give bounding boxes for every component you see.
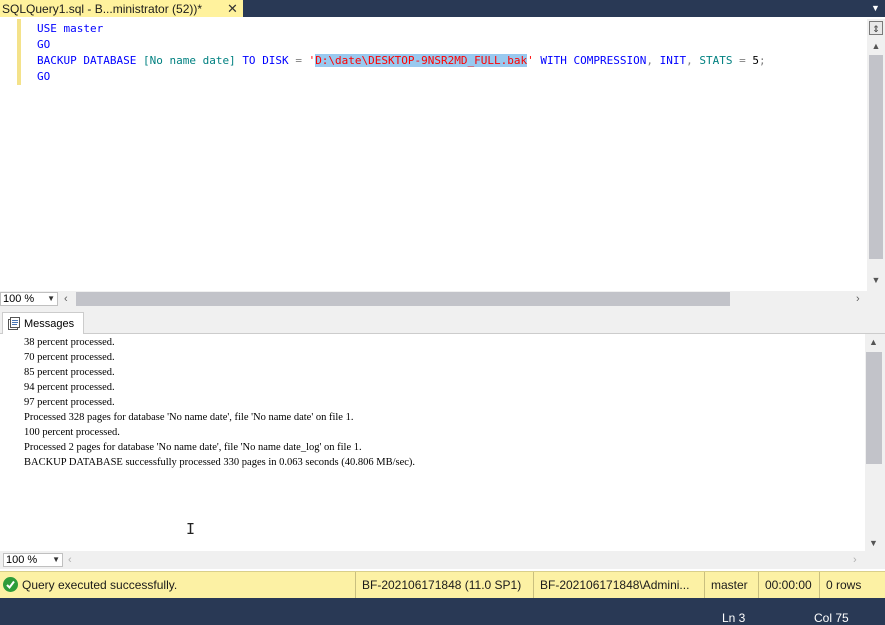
code-token: BACKUP xyxy=(37,54,84,67)
code-token: GO xyxy=(37,70,51,83)
messages-zoom-value: 100 % xyxy=(6,554,38,566)
column-number: Col 75 xyxy=(814,611,849,625)
message-line: Processed 328 pages for database 'No nam… xyxy=(24,412,354,423)
line-number: Ln 3 xyxy=(722,611,746,625)
status-database: master xyxy=(704,572,758,598)
message-line: 70 percent processed. xyxy=(24,352,115,363)
message-line: 85 percent processed. xyxy=(24,367,115,378)
editor-position-bar: Ln 3 Col 75 xyxy=(0,598,885,625)
status-server: BF-202106171848 (11.0 SP1) xyxy=(355,572,532,598)
code-token: , xyxy=(646,54,660,67)
code-token: DATABASE xyxy=(83,54,143,67)
code-token: master xyxy=(63,22,104,35)
status-rows: 0 rows xyxy=(819,572,885,598)
messages-zoom-select[interactable]: 100 % ▼ xyxy=(3,553,63,567)
tab-messages-label: Messages xyxy=(24,317,75,330)
scroll-left-icon[interactable]: ‹ xyxy=(68,552,72,568)
text-cursor-icon: I xyxy=(186,520,196,538)
chevron-down-icon: ▼ xyxy=(52,555,60,564)
message-line: 38 percent processed. xyxy=(24,337,115,348)
messages-pane[interactable]: 38 percent processed. 70 percent processe… xyxy=(0,334,865,551)
code-line[interactable]: USE master xyxy=(37,21,766,37)
code-token: , xyxy=(686,54,700,67)
chevron-down-icon: ▼ xyxy=(47,294,55,303)
code-line[interactable]: GO xyxy=(37,69,766,85)
scroll-up-icon[interactable]: ▲ xyxy=(869,337,878,347)
scroll-down-icon[interactable]: ▼ xyxy=(869,538,878,548)
success-check-icon xyxy=(3,577,18,592)
code-token: D:\date\DESKTOP-9NSR2MD_FULL.bak xyxy=(315,54,528,67)
message-line: BACKUP DATABASE successfully processed 3… xyxy=(24,457,416,468)
code-line[interactable]: GO xyxy=(37,37,766,53)
editor-hscroll-thumb[interactable] xyxy=(76,292,730,306)
code-token: [No name date] xyxy=(142,54,236,67)
status-elapsed: 00:00:00 xyxy=(758,572,819,598)
messages-icon xyxy=(8,317,20,330)
editor-bottom-bar: 100 % ▼ ‹ › xyxy=(0,291,885,307)
scroll-right-icon[interactable]: › xyxy=(853,552,857,568)
tab-sqlquery1[interactable]: SQLQuery1.sql - B...ministrator (52))* ✕ xyxy=(0,0,243,17)
code-token: STATS xyxy=(699,54,740,67)
messages-text: 38 percent processed. 70 percent processe… xyxy=(24,335,415,470)
status-message: Query executed successfully. xyxy=(22,578,178,592)
query-editor[interactable]: USE master GO BACKUP DATABASE [No name dat… xyxy=(0,17,885,291)
message-line: Processed 2 pages for database 'No name … xyxy=(24,442,362,453)
messages-bottom-bar: 100 % ▼ ‹ › xyxy=(0,551,885,569)
results-tabs: Messages xyxy=(0,307,885,334)
editor-zoom-select[interactable]: 100 % ▼ xyxy=(0,292,58,306)
code-text[interactable]: USE master GO BACKUP DATABASE [No name dat… xyxy=(37,21,766,85)
message-line: 100 percent processed. xyxy=(24,427,120,438)
code-token: ; xyxy=(758,54,766,67)
code-token: DISK xyxy=(262,54,296,67)
code-token: = xyxy=(739,54,753,67)
change-tracking-bar xyxy=(17,19,21,85)
scroll-left-icon[interactable]: ‹ xyxy=(64,291,68,307)
editor-zoom-value: 100 % xyxy=(3,293,35,305)
scroll-right-icon[interactable]: › xyxy=(856,291,860,307)
editor-scroll-thumb[interactable] xyxy=(869,55,883,259)
code-token: GO xyxy=(37,38,51,51)
code-token: INIT xyxy=(659,54,687,67)
scroll-down-icon[interactable]: ▼ xyxy=(870,275,882,287)
code-token: 5 xyxy=(752,54,759,67)
document-tab-strip: SQLQuery1.sql - B...ministrator (52))* ✕… xyxy=(0,0,885,17)
code-token: ' xyxy=(527,54,534,67)
message-line: 97 percent processed. xyxy=(24,397,115,408)
code-token: COMPRESSION xyxy=(573,54,647,67)
messages-scroll-thumb[interactable] xyxy=(866,352,882,464)
tab-messages[interactable]: Messages xyxy=(2,312,84,334)
code-token: TO xyxy=(242,54,263,67)
chevron-down-icon[interactable]: ▼ xyxy=(866,0,885,17)
status-user: BF-202106171848\Admini... xyxy=(533,572,704,598)
query-status-bar: Query executed successfully. BF-20210617… xyxy=(0,571,885,598)
code-token: WITH xyxy=(540,54,574,67)
message-line: 94 percent processed. xyxy=(24,382,115,393)
close-icon[interactable]: ✕ xyxy=(224,0,241,17)
splitter-icon[interactable]: ⇕ xyxy=(869,21,883,35)
scroll-up-icon[interactable]: ▲ xyxy=(870,41,882,53)
code-line[interactable]: BACKUP DATABASE [No name date] TO DISK =… xyxy=(37,53,766,69)
code-token: USE xyxy=(37,22,64,35)
tab-title: SQLQuery1.sql - B...ministrator (52))* xyxy=(2,1,203,16)
code-token: = xyxy=(295,54,309,67)
